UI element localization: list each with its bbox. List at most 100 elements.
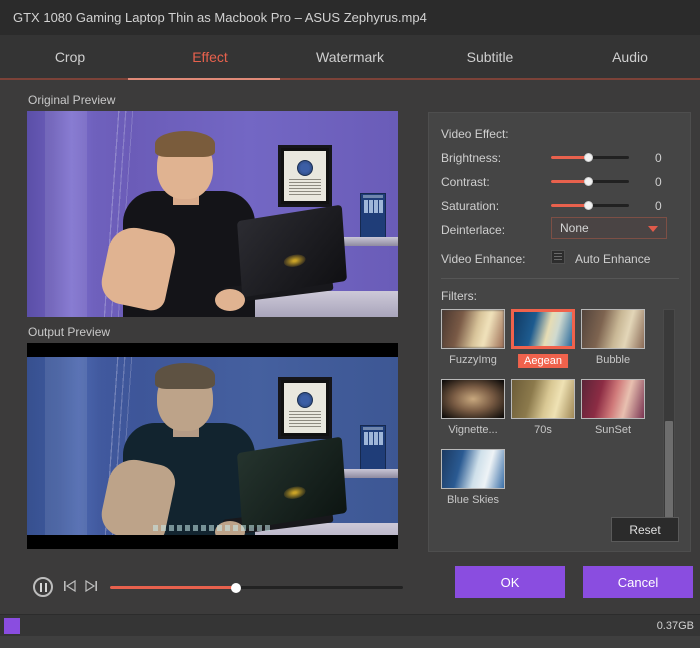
letterbox-top — [27, 343, 398, 357]
deinterlace-label: Deinterlace: — [441, 223, 506, 237]
person-hair — [155, 363, 215, 389]
certificate-seal-icon — [297, 160, 313, 176]
effect-settings-panel: Video Effect: Brightness: 0 Contrast: 0 … — [428, 112, 691, 552]
filters-scrollbar-thumb[interactable] — [665, 420, 673, 521]
wall-panel — [45, 343, 87, 549]
filter-name: FuzzyImg — [449, 354, 497, 366]
framed-certificate — [278, 377, 332, 439]
contrast-slider[interactable] — [551, 177, 629, 186]
certificate-paper — [284, 383, 326, 433]
saturation-slider-fill — [551, 204, 589, 207]
laptop-logo-icon — [283, 484, 306, 501]
blue-box-top — [363, 427, 383, 430]
deinterlace-value: None — [560, 221, 589, 235]
person-hair — [155, 131, 215, 157]
seek-bar-fill — [110, 586, 236, 589]
status-progress-chip — [4, 618, 20, 634]
tab-crop[interactable]: Crop — [0, 35, 140, 79]
saturation-slider[interactable] — [551, 201, 629, 210]
blue-box-windows — [364, 200, 384, 213]
filter-item-70s[interactable]: 70s — [511, 379, 575, 436]
pause-icon — [39, 582, 47, 592]
filter-name: Bubble — [595, 354, 631, 366]
contrast-slider-fill — [551, 180, 589, 183]
video-editor-dialog: GTX 1080 Gaming Laptop Thin as Macbook P… — [0, 0, 700, 648]
letterbox-bottom — [27, 535, 398, 549]
reset-button[interactable]: Reset — [611, 517, 679, 542]
previous-frame-button[interactable] — [62, 579, 78, 594]
output-size-label: 0.37GB — [656, 619, 694, 632]
filter-item-bubble[interactable]: Bubble — [581, 309, 645, 366]
seek-bar-thumb[interactable] — [230, 582, 241, 593]
filter-preview-image — [442, 380, 504, 418]
filter-item-blue-skies[interactable]: Blue Skies — [441, 449, 505, 506]
filter-preview-image — [582, 310, 644, 348]
tab-watermark[interactable]: Watermark — [280, 35, 420, 79]
saturation-label: Saturation: — [441, 199, 500, 213]
filter-thumbnail[interactable] — [581, 309, 645, 349]
blue-box-top — [363, 195, 383, 198]
certificate-text-lines — [289, 179, 321, 197]
panel-divider — [441, 278, 679, 279]
filter-thumbnail[interactable] — [441, 309, 505, 349]
filter-preview-image — [512, 380, 574, 418]
filters-section-title: Filters: — [441, 289, 477, 303]
certificate-text-lines — [289, 411, 321, 429]
deinterlace-dropdown[interactable]: None — [551, 217, 667, 239]
filter-name: Blue Skies — [447, 494, 499, 506]
filter-preview-image — [442, 310, 504, 348]
subtitle-overlay — [152, 525, 273, 531]
output-frame — [27, 343, 398, 549]
filter-item-aegean[interactable]: Aegean — [511, 309, 575, 369]
filter-thumbnail[interactable] — [441, 449, 505, 489]
video-effect-section-title: Video Effect: — [441, 127, 509, 141]
play-pause-button[interactable] — [33, 577, 53, 597]
brightness-slider-thumb[interactable] — [583, 153, 593, 162]
filter-item-sunset[interactable]: SunSet — [581, 379, 645, 436]
filter-thumbnail[interactable] — [441, 379, 505, 419]
contrast-slider-thumb[interactable] — [583, 177, 593, 186]
filter-item-fuzzyimg[interactable]: FuzzyImg — [441, 309, 505, 366]
filter-thumbnail[interactable] — [511, 309, 575, 349]
next-frame-button[interactable] — [83, 579, 99, 594]
cancel-button[interactable]: Cancel — [583, 566, 693, 598]
filter-preview-image — [582, 380, 644, 418]
filter-preview-image — [442, 450, 504, 488]
output-preview-video[interactable] — [27, 343, 398, 549]
window-title: GTX 1080 Gaming Laptop Thin as Macbook P… — [13, 10, 427, 25]
brightness-slider[interactable] — [551, 153, 629, 162]
brightness-label: Brightness: — [441, 151, 502, 165]
blue-box-prop — [360, 193, 386, 239]
tab-audio[interactable]: Audio — [560, 35, 700, 79]
brightness-value: 0 — [655, 151, 662, 165]
framed-certificate — [278, 145, 332, 207]
original-preview-label: Original Preview — [28, 93, 116, 107]
chevron-down-icon — [648, 226, 658, 232]
filter-name: 70s — [534, 424, 552, 436]
blue-box-prop — [360, 425, 386, 471]
video-enhance-label: Video Enhance: — [441, 252, 526, 266]
tab-subtitle[interactable]: Subtitle — [420, 35, 560, 79]
contrast-value: 0 — [655, 175, 662, 189]
filters-grid: FuzzyImg Aegean Bubble Vignette... 70s S… — [441, 309, 661, 524]
original-frame — [27, 111, 398, 317]
tab-effect[interactable]: Effect — [140, 35, 280, 79]
saturation-value: 0 — [655, 199, 662, 213]
auto-enhance-label: Auto Enhance — [575, 252, 651, 266]
bottom-strip — [0, 636, 700, 648]
certificate-paper — [284, 151, 326, 201]
filter-item-vignette[interactable]: Vignette... — [441, 379, 505, 436]
wall-panel — [45, 111, 87, 317]
original-preview-video[interactable] — [27, 111, 398, 317]
seek-bar[interactable] — [110, 582, 403, 593]
contrast-label: Contrast: — [441, 175, 490, 189]
laptop-logo-icon — [283, 252, 306, 269]
filter-thumbnail[interactable] — [511, 379, 575, 419]
certificate-seal-icon — [297, 392, 313, 408]
brightness-slider-fill — [551, 156, 589, 159]
ok-button[interactable]: OK — [455, 566, 565, 598]
saturation-slider-thumb[interactable] — [583, 201, 593, 210]
filters-scrollbar[interactable] — [663, 309, 675, 524]
auto-enhance-checkbox[interactable] — [551, 250, 565, 264]
filter-thumbnail[interactable] — [581, 379, 645, 419]
